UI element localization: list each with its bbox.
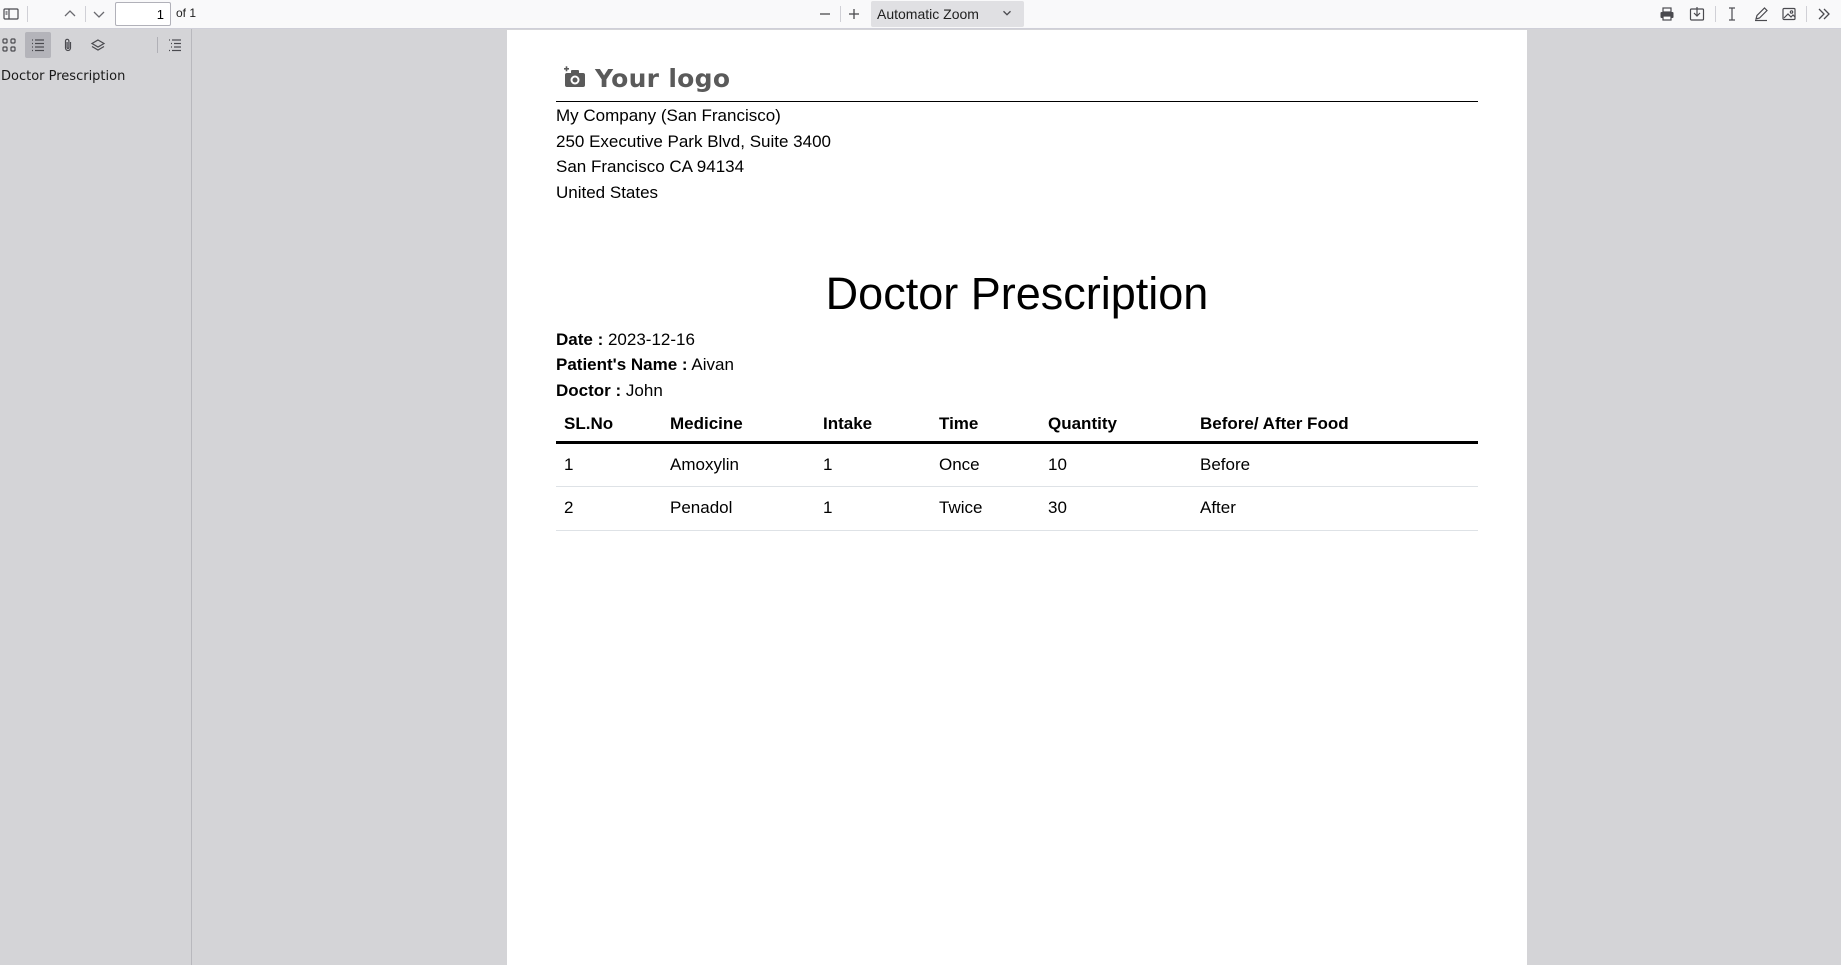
camera-icon [564, 66, 585, 87]
column-header: Medicine [662, 408, 815, 444]
column-header: Intake [815, 408, 931, 444]
previous-page-button[interactable] [58, 2, 82, 26]
prescription-table: SL.No Medicine Intake Time Quantity Befo… [556, 408, 1478, 531]
patient-value: Aivan [691, 355, 734, 374]
list-icon [32, 39, 44, 52]
print-button[interactable] [1655, 2, 1679, 26]
company-logo: Your logo [563, 56, 743, 100]
table-cell: 2 [556, 486, 662, 531]
paperclip-icon [64, 38, 72, 52]
table-header-row: SL.No Medicine Intake Time Quantity Befo… [556, 408, 1478, 444]
sidebar: Doctor Prescription [0, 29, 192, 965]
page-count-label: of 1 [176, 6, 197, 20]
column-header: Time [931, 408, 1040, 444]
chevron-down-icon [1003, 10, 1011, 16]
next-page-button[interactable] [87, 2, 111, 26]
table-cell: Before [1192, 442, 1478, 487]
more-tools-button[interactable] [1812, 2, 1836, 26]
table-row: 2 Penadol 1 Twice 30 After [556, 486, 1478, 531]
text-select-button[interactable] [1720, 2, 1744, 26]
table-cell: 1 [815, 442, 931, 487]
table-cell: 30 [1040, 486, 1192, 531]
header-divider [556, 101, 1478, 102]
table-row: 1 Amoxylin 1 Once 10 Before [556, 442, 1478, 487]
table-cell: Amoxylin [662, 442, 815, 487]
doctor-value: John [625, 381, 663, 400]
download-icon [1689, 7, 1705, 21]
outline-button[interactable] [25, 32, 51, 58]
column-header: Before/ After Food [1192, 408, 1478, 444]
doctor-label: Doctor : [556, 381, 622, 400]
document-title: Doctor Prescription [825, 268, 1209, 319]
draw-button[interactable] [1749, 2, 1773, 26]
zoom-in-button[interactable] [842, 2, 866, 26]
save-button[interactable] [1685, 2, 1709, 26]
document-page: Your logo My Company (San Francisco) 250… [507, 30, 1527, 965]
patient-label: Patient's Name : [556, 355, 688, 374]
table-cell: 10 [1040, 442, 1192, 487]
company-street: 250 Executive Park Blvd, Suite 3400 [556, 131, 831, 151]
table-cell: After [1192, 486, 1478, 531]
table-cell: Penadol [662, 486, 815, 531]
logo-text: Your logo [595, 63, 731, 93]
zoom-select-label: Automatic Zoom [877, 6, 979, 22]
printer-icon [1660, 7, 1674, 21]
date-label: Date : [556, 330, 604, 349]
date-line: Date : 2023-12-16 [556, 330, 695, 350]
double-chevron-right-icon [1818, 8, 1830, 20]
zoom-out-button[interactable] [813, 2, 837, 26]
plus-icon [849, 9, 859, 19]
date-value: 2023-12-16 [607, 330, 695, 349]
company-address: My Company (San Francisco) 250 Executive… [556, 103, 831, 205]
attachments-button[interactable] [55, 32, 81, 58]
company-city: San Francisco CA 94134 [556, 157, 745, 176]
sidebar-toggle-icon[interactable] [0, 2, 22, 26]
pencil-icon [1755, 7, 1768, 22]
minus-icon [820, 13, 830, 15]
chevron-down-icon [93, 11, 105, 18]
doctor-line: Doctor : John [556, 381, 663, 401]
table-cell: Once [931, 442, 1040, 487]
outline-options-button[interactable] [162, 32, 188, 58]
table-cell: 1 [815, 486, 931, 531]
outline-tree-icon [169, 39, 181, 52]
thumbnails-button[interactable] [0, 32, 22, 58]
text-cursor-icon [1729, 7, 1735, 21]
page-number-input[interactable] [115, 2, 171, 26]
sidebar-toolbar [0, 29, 192, 61]
company-name: My Company (San Francisco) [556, 106, 781, 125]
chevron-up-icon [64, 10, 76, 17]
zoom-select[interactable]: Automatic Zoom [871, 1, 1024, 27]
layers-button[interactable] [85, 32, 111, 58]
company-country: United States [556, 182, 659, 202]
table-cell: 1 [556, 442, 662, 487]
outline-item[interactable]: Doctor Prescription [1, 69, 125, 84]
add-image-button[interactable] [1777, 2, 1801, 26]
table-cell: Twice [931, 486, 1040, 531]
column-header: Quantity [1040, 408, 1192, 444]
patient-line: Patient's Name : Aivan [556, 355, 734, 375]
grid-icon [2, 38, 16, 52]
pdf-toolbar: of 1 Automatic Zoom [0, 0, 1841, 29]
image-icon [1782, 7, 1796, 21]
layers-icon [90, 39, 106, 51]
column-header: SL.No [556, 408, 662, 444]
